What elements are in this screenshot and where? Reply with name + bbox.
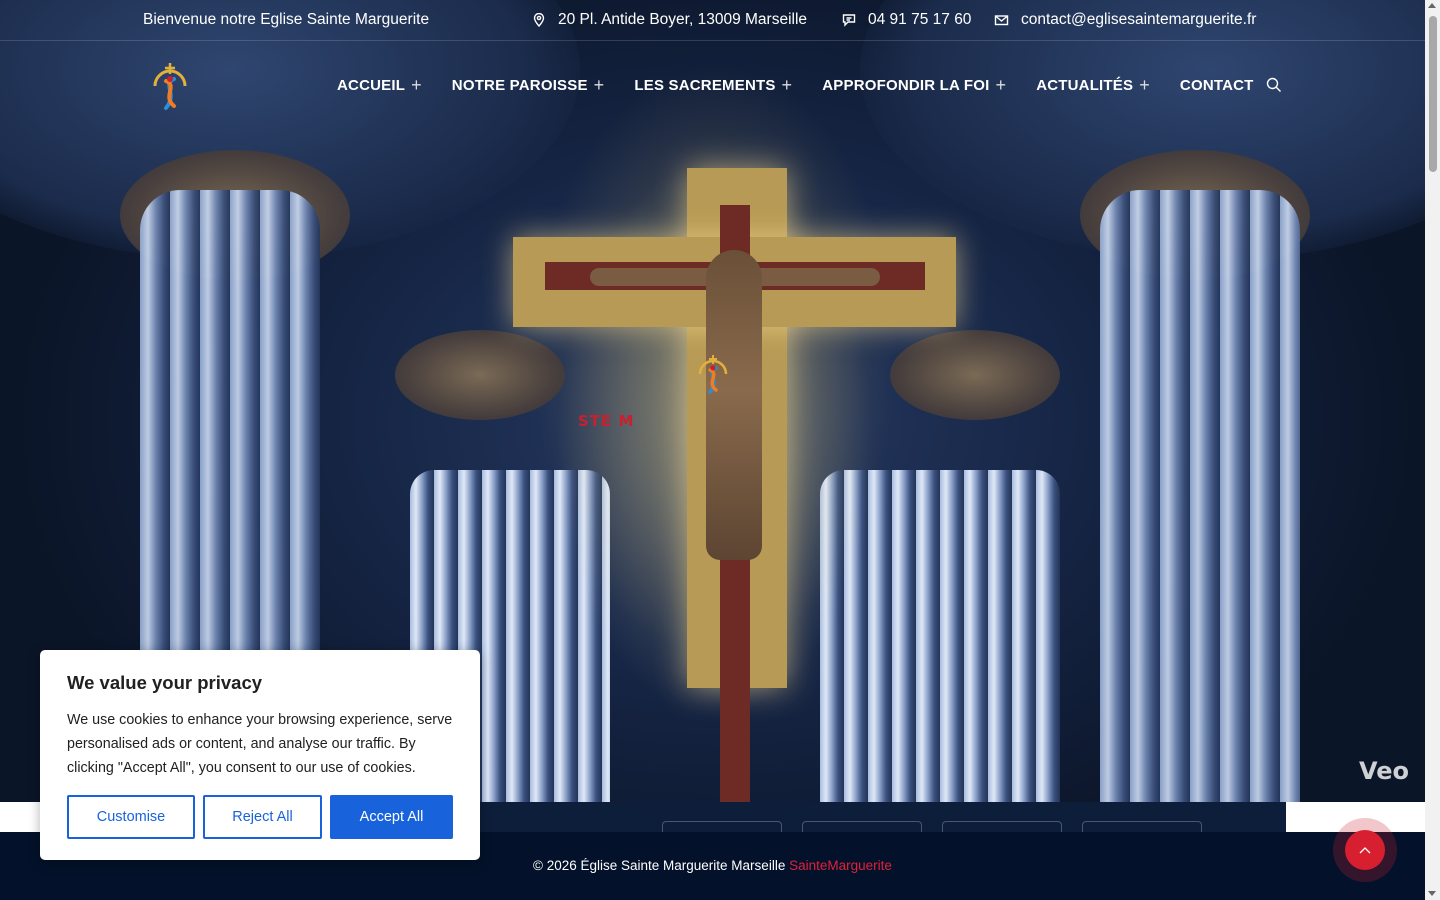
plus-icon: +	[781, 75, 793, 95]
nav-item-label: ACCUEIL	[337, 76, 406, 94]
copyright-label: © 2026 Église Sainte Marguerite Marseill…	[533, 858, 786, 873]
veo-watermark: Veo	[1359, 757, 1410, 785]
cookie-title: We value your privacy	[67, 672, 263, 693]
reject-all-button[interactable]: Reject All	[203, 795, 322, 839]
footer-brand-link[interactable]: SainteMarguerite	[789, 858, 892, 873]
parish-emblem-icon	[698, 355, 728, 394]
email-item[interactable]: contact@eglisesaintemarguerite.fr	[994, 11, 1256, 29]
scroll-to-top-button[interactable]	[1345, 830, 1385, 870]
map-pin-icon	[533, 13, 545, 27]
cookie-description: We use cookies to enhance your browsing …	[67, 712, 453, 776]
nav-item-notre-paroisse[interactable]: NOTRE PAROISSE +	[452, 76, 605, 94]
welcome-text: Bienvenue notre Eglise Sainte Marguerite	[143, 11, 430, 28]
cookie-consent-banner: We value your privacy We use cookies to …	[40, 650, 480, 860]
copyright-text: © 2026 Église Sainte Marguerite Marseill…	[533, 858, 892, 873]
section-strip	[0, 802, 40, 832]
chat-phone-icon	[842, 14, 856, 27]
page-scrollbar[interactable]	[1425, 0, 1440, 900]
phone-text[interactable]: 04 91 75 17 60	[868, 11, 971, 29]
envelope-icon	[994, 15, 1009, 26]
phone-item[interactable]: 04 91 75 17 60	[842, 11, 971, 29]
nav-item-label: APPROFONDIR LA FOI	[822, 76, 990, 94]
address-text: 20 Pl. Antide Boyer, 13009 Marseille	[558, 11, 808, 28]
site-logo[interactable]	[150, 60, 190, 112]
main-nav: ACCUEIL + NOTRE PAROISSE + LES SACREMENT…	[337, 76, 1284, 94]
accept-all-button[interactable]: Accept All	[330, 795, 453, 839]
plus-icon: +	[995, 75, 1007, 95]
pillar-right	[1100, 190, 1300, 802]
pillar-capital	[395, 330, 565, 420]
pillar-capital	[890, 330, 1060, 420]
chevron-up-icon	[1359, 847, 1371, 854]
top-info-bar: Bienvenue notre Eglise Sainte Marguerite…	[0, 0, 1425, 41]
nav-item-contact[interactable]: CONTACT	[1180, 76, 1254, 94]
plus-icon: +	[411, 75, 422, 95]
nav-item-label: LES SACREMENTS	[634, 76, 776, 94]
plus-icon: +	[1139, 75, 1150, 95]
nav-item-label: ACTUALITÉS	[1036, 76, 1134, 94]
nav-item-actualites[interactable]: ACTUALITÉS +	[1036, 76, 1150, 94]
nav-item-label: NOTRE PAROISSE	[451, 76, 588, 94]
scroll-up-arrow-icon[interactable]	[1428, 3, 1436, 8]
nav-item-accueil[interactable]: ACCUEIL +	[337, 76, 422, 94]
plus-icon: +	[593, 75, 605, 95]
scroll-down-arrow-icon[interactable]	[1428, 891, 1436, 896]
nav-item-label: CONTACT	[1179, 76, 1254, 94]
customise-button[interactable]: Customise	[67, 795, 195, 839]
nav-item-approfondir-la-foi[interactable]: APPROFONDIR LA FOI +	[822, 76, 1006, 94]
nav-item-les-sacrements[interactable]: LES SACREMENTS +	[634, 76, 792, 94]
hero-overlay-text: STE M	[578, 412, 635, 430]
crucifix-figure	[706, 250, 762, 560]
search-icon[interactable]	[1266, 77, 1282, 93]
email-link[interactable]: contact@eglisesaintemarguerite.fr	[1021, 11, 1256, 29]
address-item: 20 Pl. Antide Boyer, 13009 Marseille	[532, 11, 807, 29]
scrollbar-thumb[interactable]	[1429, 16, 1437, 172]
